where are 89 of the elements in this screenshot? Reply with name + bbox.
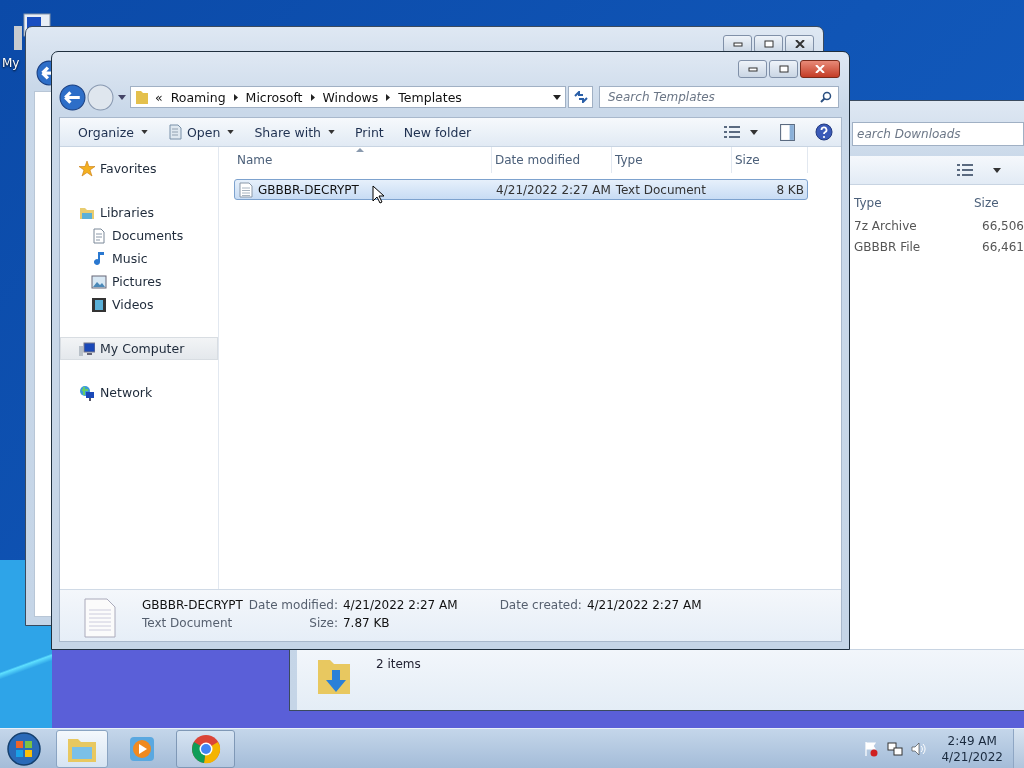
- speaker-icon[interactable]: [911, 740, 928, 757]
- sidebar-item[interactable]: My Computer: [60, 337, 218, 360]
- file-name: GBBBR-DECRYPT: [142, 598, 243, 612]
- picture-icon: [91, 273, 107, 290]
- network-icon: [79, 384, 95, 401]
- minimize-icon: [747, 65, 758, 73]
- table-cell-text: 66,506: [981, 218, 1024, 233]
- back-button[interactable]: [59, 83, 86, 111]
- minimize-icon: [732, 40, 743, 48]
- close-button[interactable]: [800, 60, 840, 78]
- breadcrumb[interactable]: Templates: [398, 89, 462, 105]
- chevron-icon[interactable]: [233, 93, 238, 101]
- music-note-icon: [91, 250, 107, 267]
- refresh-button[interactable]: [568, 86, 593, 108]
- text-file-icon: [84, 598, 116, 638]
- film-icon: [91, 296, 107, 313]
- caret-icon[interactable]: [993, 167, 1001, 173]
- close-icon: [794, 40, 805, 48]
- search-field[interactable]: Search Templates: [599, 86, 839, 108]
- breadcrumb[interactable]: Microsoft: [245, 89, 303, 105]
- property-value: 4/21/2022 2:27 AM: [342, 598, 458, 612]
- refresh-icon: [573, 91, 588, 103]
- start-button[interactable]: [6, 730, 42, 767]
- mouse-cursor-icon: [372, 185, 384, 204]
- desktop-icon-label[interactable]: My: [2, 56, 20, 70]
- search-field[interactable]: earch Downloads: [852, 122, 1024, 146]
- text-file-icon: [239, 181, 253, 198]
- sidebar-item[interactable]: Documents: [60, 224, 218, 247]
- chevron-icon[interactable]: [386, 93, 391, 101]
- sidebar-item[interactable]: Network: [60, 381, 218, 404]
- property-label: Date modified:: [248, 598, 338, 612]
- column-header[interactable]: Type: [615, 153, 643, 167]
- breadcrumb-overflow[interactable]: «: [155, 89, 163, 105]
- breadcrumb[interactable]: Roaming: [170, 89, 226, 105]
- table-cell-text: 7z Archive: [854, 218, 918, 233]
- search-icon[interactable]: [820, 91, 832, 103]
- property-value: 7.87 KB: [342, 616, 391, 630]
- table-cell-text: Text Document: [614, 182, 707, 197]
- item-count: 2 items: [376, 657, 421, 671]
- caret-icon: [227, 130, 235, 134]
- star-icon: [79, 160, 95, 177]
- caret-icon: [327, 130, 335, 134]
- document-icon: [91, 227, 107, 244]
- sidebar-item[interactable]: Favorites: [60, 157, 218, 180]
- column-header[interactable]: Size: [974, 196, 1024, 210]
- column-header[interactable]: Date modified: [495, 153, 581, 167]
- toolbar-button[interactable]: New folder: [393, 120, 482, 144]
- file-type: Text Document: [142, 616, 234, 630]
- table-cell-text: 66,461: [981, 239, 1024, 254]
- clock[interactable]: 2:49 AM 4/21/2022: [941, 732, 1003, 765]
- computer-icon: [79, 340, 95, 357]
- sidebar-item[interactable]: Pictures: [60, 270, 218, 293]
- toolbar-menu-button[interactable]: Organize: [68, 120, 158, 144]
- close-icon: [815, 65, 825, 73]
- caret-icon[interactable]: [750, 129, 758, 135]
- maximize-icon: [778, 65, 789, 73]
- toolbar-button[interactable]: Print: [344, 120, 394, 144]
- column-header[interactable]: Name: [237, 153, 273, 167]
- view-icon[interactable]: [724, 125, 740, 139]
- action-center-flag-icon[interactable]: [863, 740, 880, 757]
- column-header[interactable]: Type: [854, 196, 974, 210]
- file-row[interactable]: GBBBR-DECRYPT 4/21/2022 2:27 AM Text Document 8 KB: [234, 179, 808, 200]
- folder-icon: [135, 89, 149, 105]
- toolbar-menu-button[interactable]: Open: [158, 120, 245, 144]
- view-icon[interactable]: [957, 163, 973, 177]
- document-icon: [168, 124, 182, 140]
- preview-pane-icon[interactable]: [780, 123, 795, 141]
- taskbar-button[interactable]: [176, 729, 235, 768]
- browser-icon: [189, 732, 222, 765]
- sidebar-item[interactable]: Music: [60, 247, 218, 270]
- chevron-icon[interactable]: [310, 93, 315, 101]
- property-label: Size:: [308, 616, 338, 630]
- property-label: Date created:: [499, 598, 582, 612]
- maximize-icon: [763, 40, 774, 48]
- help-icon[interactable]: [815, 123, 833, 141]
- breadcrumb[interactable]: Windows: [322, 89, 379, 105]
- property-value: 4/21/2022 2:27 AM: [586, 598, 702, 612]
- sidebar-item[interactable]: Videos: [60, 293, 218, 316]
- toolbar-menu-button[interactable]: Share with: [244, 120, 345, 144]
- caret-icon: [141, 130, 148, 134]
- address-bar[interactable]: « Roaming Microsoft Windows Templates: [130, 86, 566, 108]
- table-cell-text: GBBBR File: [854, 239, 922, 254]
- column-header[interactable]: Size: [735, 153, 760, 167]
- file-name: GBBBR-DECRYPT: [258, 182, 359, 197]
- history-dropdown-icon[interactable]: [118, 94, 126, 100]
- network-icon[interactable]: [887, 740, 904, 757]
- table-cell-text: 4/21/2022 2:27 AM: [495, 182, 612, 197]
- sidebar-item[interactable]: Libraries: [60, 201, 218, 224]
- table-cell-text: 8 KB: [775, 182, 805, 197]
